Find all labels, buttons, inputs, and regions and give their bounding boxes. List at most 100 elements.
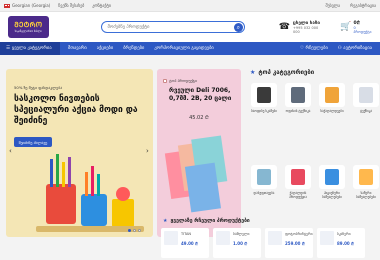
folder-icon [319, 83, 345, 107]
category-label: ტექნიკა [360, 109, 372, 113]
pens-icon [353, 165, 379, 189]
user-icon: ⚇ [337, 46, 342, 51]
star-icon: ★ [250, 69, 256, 76]
paper-icon [285, 165, 311, 189]
product-name: TITAN [181, 232, 192, 236]
all-categories-label: ყველა კატეგორია [12, 46, 52, 51]
slider-dot[interactable] [138, 229, 141, 232]
promo-badge-label: ტოპ პროდუქტი [169, 78, 198, 83]
login-link[interactable]: ⚇ ავტორიზაცია [338, 46, 372, 51]
logo-text: ᲛᲔᲢᲠᲝ [14, 21, 43, 29]
product-name: ფოტოპრინტერი [285, 232, 313, 236]
product-price: 49.00 ₾ [181, 241, 199, 246]
nav-item-corporate[interactable]: კორპორაციული გაყიდვები [154, 46, 213, 51]
category-label: საწერი საშუალებები [356, 191, 376, 199]
category-item[interactable]: საოფისე სკამები [248, 83, 280, 159]
chair-icon [251, 83, 277, 107]
category-item[interactable]: ოფისის ტექნიკა [282, 83, 314, 159]
category-item[interactable]: საქაღალდეები [316, 83, 348, 159]
georgia-flag-icon [4, 3, 10, 8]
site-logo[interactable]: ᲛᲔᲢᲠᲝ საკანცელარიო სახლი [8, 16, 49, 38]
school-supplies-illustration [36, 154, 144, 232]
main-content: 50% ზე მეტი ფასდაკლება სასკოლო ნივთების … [0, 63, 380, 260]
hero-cta-button[interactable]: შეიძინე ახლავე [14, 137, 52, 147]
cart-button[interactable]: 🛒 0₾ 0 პროდუქტი [340, 20, 372, 34]
search-icon: ⌕ [236, 23, 240, 31]
category-label: დასუფთავება [253, 191, 275, 195]
product-card[interactable]: ფოტოპრინტერი 259.00 ₾ [265, 228, 313, 258]
topbar-link-contact[interactable]: კონტაქტი [92, 3, 111, 8]
language-label: Georgian (Georgia) [12, 3, 51, 8]
appliance-icon [353, 83, 379, 107]
phone-icon: ☎ [278, 22, 290, 32]
top-categories: ★ ტოპ კატეგორიები საოფისე სკამები ოფისის … [246, 69, 380, 237]
printer-icon [285, 83, 311, 107]
promo-badge: ტოპ პროდუქტი [163, 78, 197, 83]
product-price: 89.00 ₾ [337, 241, 355, 246]
hero-title: სასკოლო ნივთების სპეციალური აქცია მოდი დ… [14, 94, 138, 126]
tag-icon [163, 78, 167, 83]
bottle-icon [251, 165, 277, 189]
product-card[interactable]: საშლელი 1.00 ₾ [213, 228, 261, 258]
promo-price: 45.02 ₾ [189, 115, 209, 121]
product-image [216, 231, 230, 245]
product-name: სკანერი [337, 232, 351, 236]
slider-dot[interactable] [128, 229, 131, 232]
promo-card[interactable]: ტოპ პროდუქტი რვეული Deli 7006, 0,7მმ. 2B… [157, 69, 241, 237]
top-bar: Georgian (Georgia) ჩვენს შესახებ კონტაქტ… [0, 0, 380, 12]
category-label: ქაღალდის პროდუქცია [289, 191, 307, 199]
promo-title: რვეული Deli 7006, 0,7მმ. 2B, 20 ცალი [169, 87, 232, 102]
login-label: ავტორიზაცია [343, 46, 372, 51]
hotline-number: +995 032 000 000 [293, 25, 319, 34]
product-price: 259.00 ₾ [285, 241, 305, 246]
main-nav: ☰ ყველა კატეგორია მთავარი აქციები ბრენდე… [0, 42, 380, 55]
cart-icon: 🛒 [340, 22, 352, 32]
category-label: საქაღალდეები [320, 109, 344, 113]
top-categories-label: ტოპ კატეგორიები [258, 69, 315, 76]
nav-item-home[interactable]: მთავარი [68, 46, 87, 51]
favorite-products-label: ყველაზე რჩეული პროდუქტები [170, 218, 250, 224]
favorite-products: ★ ყველაზე რჩეული პროდუქტები TITAN 49.00 ₾… [157, 218, 380, 260]
menu-icon: ☰ [6, 46, 11, 51]
gloves-icon [319, 165, 345, 189]
search-placeholder: მოძებნე პროდუქტი [107, 24, 150, 30]
nav-item-brands[interactable]: ბრენდები [123, 46, 144, 51]
hero-slider[interactable]: 50% ზე მეტი ფასდაკლება სასკოლო ნივთების … [6, 69, 153, 237]
product-card[interactable]: სკანერი 89.00 ₾ [317, 228, 365, 258]
cart-count: 0 პროდუქტი [353, 26, 372, 34]
product-list: TITAN 49.00 ₾ საშლელი 1.00 ₾ ფოტოპრინტერი 259… [161, 228, 365, 258]
slider-prev-icon[interactable]: ‹ [9, 147, 12, 155]
slider-dot[interactable] [133, 229, 136, 232]
category-label: ოფისის ტექნიკა [285, 109, 311, 113]
favorite-products-title: ★ ყველაზე რჩეული პროდუქტები [163, 218, 380, 224]
favorites-label: რჩეულები [305, 46, 328, 51]
star-icon: ★ [163, 218, 168, 224]
category-label: საოფისე სკამები [251, 109, 277, 113]
topbar-register-link[interactable]: რეგისტრაცია [350, 3, 376, 8]
product-price: 1.00 ₾ [233, 241, 248, 246]
heart-icon: ♡ [300, 46, 305, 51]
category-item[interactable]: ტექნიკა [350, 83, 380, 159]
header: ᲛᲔᲢᲠᲝ საკანცელარიო სახლი მოძებნე პროდუქტ… [0, 12, 380, 42]
topbar-login-link[interactable]: შესვლა [326, 3, 341, 8]
product-image [268, 231, 282, 245]
product-image [320, 231, 334, 245]
language-selector[interactable]: Georgian (Georgia) [4, 3, 50, 8]
slider-next-icon[interactable]: › [146, 147, 149, 155]
top-categories-title: ★ ტოპ კატეგორიები [246, 69, 380, 76]
product-image [164, 231, 178, 245]
all-categories-button[interactable]: ☰ ყველა კატეგორია [0, 42, 60, 55]
logo-subtitle: საკანცელარიო სახლი [14, 30, 42, 33]
nav-item-sales[interactable]: აქციები [97, 46, 113, 51]
favorites-link[interactable]: ♡ რჩეულები [300, 46, 328, 51]
slider-dots[interactable] [128, 229, 141, 232]
product-name: საშლელი [233, 232, 250, 236]
search-button[interactable]: ⌕ [233, 23, 243, 32]
hotline: ☎ ცხელი ხაზი +995 032 000 000 [279, 21, 322, 34]
search-input[interactable]: მოძებნე პროდუქტი ⌕ [100, 21, 245, 33]
topbar-link-about[interactable]: ჩვენს შესახებ [58, 3, 84, 8]
product-card[interactable]: TITAN 49.00 ₾ [161, 228, 209, 258]
hotline-title: ცხელი ხაზი [293, 20, 320, 26]
hero-subtitle: 50% ზე მეტი ფასდაკლება [14, 85, 63, 90]
category-label: ჰიგიენური საშუალებები [322, 191, 342, 199]
